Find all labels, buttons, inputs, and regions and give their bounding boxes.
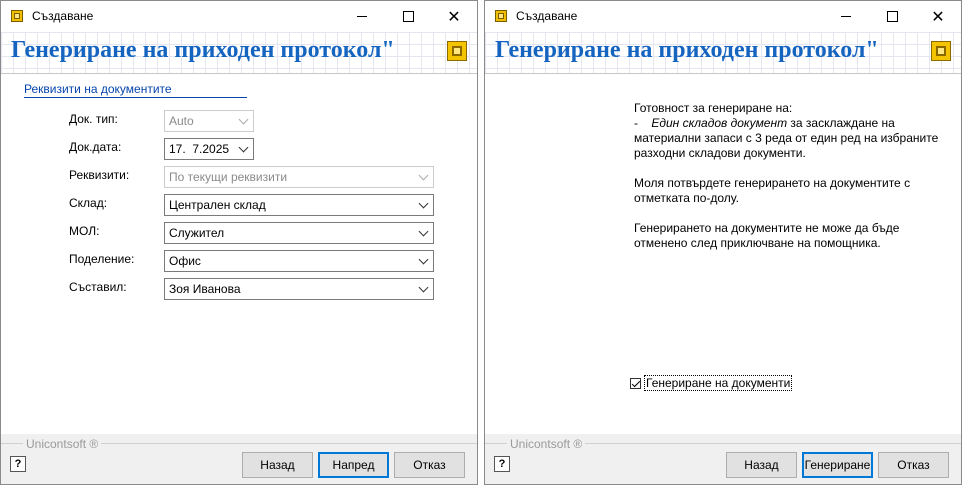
wizard-header: Генериране на приходен протокол" xyxy=(485,32,961,74)
back-button[interactable]: Назад xyxy=(242,452,313,478)
help-icon: ? xyxy=(14,458,22,470)
close-button[interactable]: ✕ xyxy=(431,1,477,32)
window-title: Създаване xyxy=(32,9,94,23)
doc-type-label: Док. тип: xyxy=(69,112,118,126)
mol-value: Служител xyxy=(169,226,225,240)
ready-bullet: - Един складов документ за засклаждане н… xyxy=(634,116,944,161)
generate-documents-label[interactable]: Генериране на документи xyxy=(644,375,793,391)
help-button[interactable]: ? xyxy=(10,456,26,472)
author-label: Съставил: xyxy=(69,280,127,294)
app-icon xyxy=(495,10,507,22)
generate-button[interactable]: Генериране xyxy=(802,452,873,478)
bullet-dash: - xyxy=(634,116,638,130)
brand-label: Unicontsoft ® xyxy=(507,437,586,451)
doc-date-picker[interactable]: 17. 7.2025 xyxy=(164,138,254,160)
chevron-down-icon xyxy=(238,142,249,153)
division-label: Поделение: xyxy=(69,252,135,266)
cancel-button[interactable]: Отказ xyxy=(394,452,465,478)
title-bar: Създаване ✕ xyxy=(485,1,961,32)
maximize-button[interactable] xyxy=(385,1,431,32)
close-icon: ✕ xyxy=(931,8,945,26)
generate-documents-checkbox[interactable] xyxy=(630,377,641,389)
brand-label: Unicontsoft ® xyxy=(23,437,102,451)
minimize-button[interactable] xyxy=(339,1,385,32)
next-button[interactable]: Напред xyxy=(318,452,389,478)
title-bar: Създаване ✕ xyxy=(1,1,477,32)
chevron-down-icon xyxy=(418,226,429,237)
wizard-body: Готовност за генериране на: - Един склад… xyxy=(485,74,961,434)
maximize-icon xyxy=(886,11,898,22)
maximize-icon xyxy=(402,11,414,22)
doc-type-value: Auto xyxy=(169,114,194,128)
minimize-icon xyxy=(841,16,851,17)
mol-select[interactable]: Служител xyxy=(164,222,434,244)
irreversible-paragraph: Генерирането на документите не може да б… xyxy=(634,221,900,250)
requisites-label: Реквизити: xyxy=(69,168,130,182)
warehouse-label: Склад: xyxy=(69,196,108,210)
requisites-select[interactable]: По текущи реквизити xyxy=(164,166,434,188)
chevron-down-icon xyxy=(238,114,249,125)
generate-documents-checkbox-row[interactable]: Генериране на документи xyxy=(630,375,793,391)
ready-line: Готовност за генериране на: xyxy=(634,101,793,115)
confirmation-message: Готовност за генериране на: - Един склад… xyxy=(634,101,944,266)
window-title: Създаване xyxy=(516,9,578,23)
warehouse-select[interactable]: Централен склад xyxy=(164,194,434,216)
confirm-paragraph: Моля потвърдете генерирането на документ… xyxy=(634,176,911,205)
requisites-value: По текущи реквизити xyxy=(169,170,288,184)
minimize-button[interactable] xyxy=(823,1,869,32)
section-link-requisites[interactable]: Реквизити на документите xyxy=(24,82,247,98)
chevron-down-icon xyxy=(418,254,429,265)
chevron-down-icon xyxy=(418,198,429,209)
chevron-down-icon xyxy=(418,170,429,181)
division-select[interactable]: Офис xyxy=(164,250,434,272)
author-value: Зоя Иванова xyxy=(169,282,241,296)
doc-date-label: Док.дата: xyxy=(69,140,122,154)
help-icon: ? xyxy=(498,458,506,470)
logo-icon xyxy=(447,41,467,61)
wizard-title: Генериране на приходен протокол" xyxy=(11,37,395,63)
division-value: Офис xyxy=(169,254,201,268)
warehouse-value: Централен склад xyxy=(169,198,266,212)
app-icon xyxy=(11,10,23,22)
help-button[interactable]: ? xyxy=(494,456,510,472)
mol-label: МОЛ: xyxy=(69,224,100,238)
wizard-window-requisites: Създаване ✕ Генериране на приходен прото… xyxy=(0,0,478,485)
author-select[interactable]: Зоя Иванова xyxy=(164,278,434,300)
wizard-window-confirm: Създаване ✕ Генериране на приходен прото… xyxy=(484,0,962,485)
minimize-icon xyxy=(357,16,367,17)
logo-icon xyxy=(931,41,951,61)
cancel-button[interactable]: Отказ xyxy=(878,452,949,478)
doc-type-select[interactable]: Auto xyxy=(164,110,254,132)
doc-date-value: 17. 7.2025 xyxy=(169,142,230,156)
chevron-down-icon xyxy=(418,282,429,293)
wizard-header: Генериране на приходен протокол" xyxy=(1,32,477,74)
wizard-title: Генериране на приходен протокол" xyxy=(495,37,879,63)
wizard-body: Реквизити на документите Док. тип: Auto … xyxy=(1,74,477,434)
close-button[interactable]: ✕ xyxy=(915,1,961,32)
close-icon: ✕ xyxy=(447,8,461,26)
bullet-doc-count: Един складов документ xyxy=(651,116,788,130)
back-button[interactable]: Назад xyxy=(726,452,797,478)
maximize-button[interactable] xyxy=(869,1,915,32)
